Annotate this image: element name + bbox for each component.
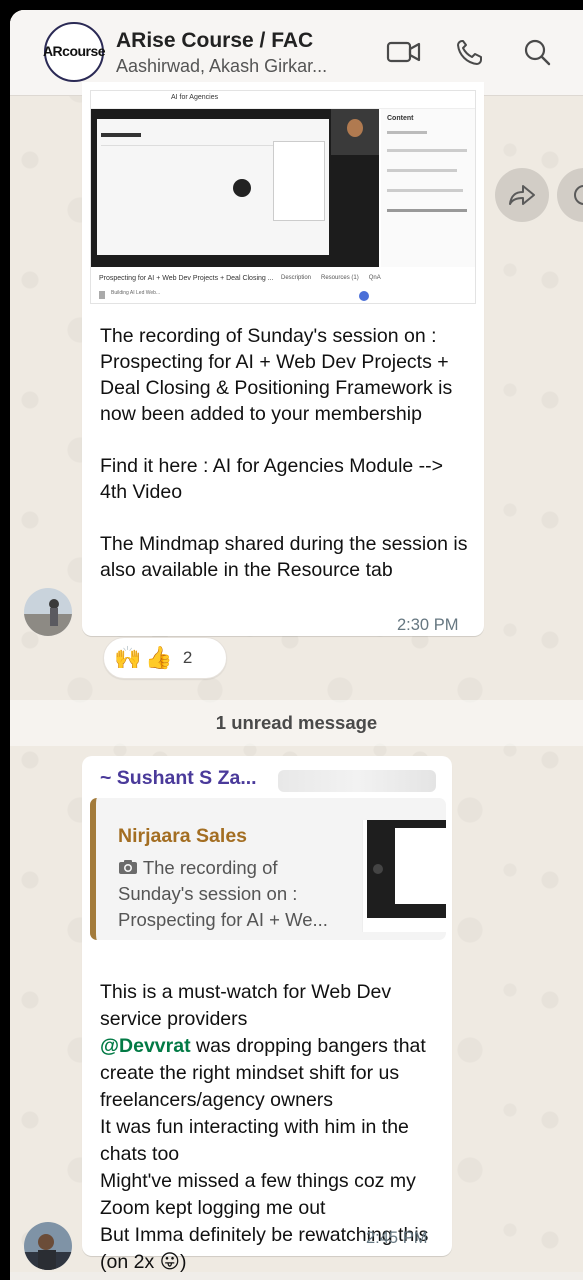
group-logo-text: ARcourse bbox=[42, 43, 106, 59]
file-icon bbox=[99, 291, 105, 299]
message-text: The recording of Sunday's session on : P… bbox=[100, 325, 468, 581]
phone-icon[interactable] bbox=[454, 38, 490, 66]
screen-share bbox=[97, 119, 329, 255]
tab-description: Description bbox=[281, 275, 312, 281]
message-time: 2:30 PM bbox=[397, 616, 459, 634]
search-icon[interactable] bbox=[520, 38, 556, 66]
content-line bbox=[387, 189, 463, 192]
content-panel-title: Content bbox=[387, 115, 414, 122]
thumbnail-menu bbox=[395, 828, 446, 904]
thumbnail-video bbox=[367, 820, 446, 918]
reply-text-part1: This is a must-watch for Web Dev service… bbox=[100, 981, 392, 1030]
sender-phone-redacted bbox=[278, 770, 436, 792]
content-line bbox=[387, 149, 467, 152]
emoji-icon bbox=[574, 185, 583, 205]
chat-window: ARcourse ARise Course / FAC Aashirwad, A… bbox=[10, 10, 583, 1280]
forward-icon bbox=[509, 185, 535, 205]
composer-edge bbox=[10, 1272, 583, 1280]
quoted-author: Nirjaara Sales bbox=[118, 825, 248, 847]
content-line-active bbox=[387, 209, 467, 212]
video-camera-icon[interactable] bbox=[386, 38, 422, 66]
reply-message-time: 2:45 PM bbox=[366, 1229, 428, 1247]
resource-file-name: Building AI Led Web... bbox=[111, 290, 161, 296]
content-line bbox=[387, 169, 457, 172]
video-player[interactable] bbox=[91, 109, 379, 267]
content-line bbox=[387, 131, 427, 134]
play-icon[interactable] bbox=[233, 179, 251, 197]
video-caption: Prospecting for AI + Web Dev Projects + … bbox=[99, 275, 274, 282]
reply-message-text: This is a must-watch for Web Dev service… bbox=[100, 952, 445, 1276]
chat-title: ARise Course / FAC bbox=[116, 29, 314, 52]
sender-avatar-sushant[interactable] bbox=[24, 1222, 72, 1270]
presenter-face bbox=[347, 119, 363, 137]
avatar-photo bbox=[24, 588, 72, 636]
tab-resources: Resources (1) bbox=[321, 275, 359, 281]
unread-label: 1 unread message bbox=[215, 712, 378, 733]
reaction-emoji: 👍 bbox=[145, 645, 173, 670]
reaction-emoji: 🙌 bbox=[114, 645, 142, 670]
content-panel: Content bbox=[381, 109, 475, 267]
media-top-bar: AI for Agencies bbox=[91, 91, 475, 109]
mention-link[interactable]: @Devvrat bbox=[100, 1035, 191, 1057]
quoted-text: The recording of Sunday's session on : P… bbox=[118, 855, 358, 933]
doc-heading-line bbox=[101, 133, 141, 137]
sender-avatar[interactable] bbox=[24, 588, 72, 636]
reaction-count: 2 bbox=[182, 648, 193, 667]
thumbnail-play-icon bbox=[373, 864, 383, 874]
video-tabs: Description Resources (1) QnA bbox=[281, 275, 381, 281]
group-logo: ARcourse bbox=[42, 43, 106, 59]
resource-file: Building AI Led Web... bbox=[99, 289, 299, 303]
group-avatar[interactable]: ARcourse bbox=[42, 22, 106, 82]
tab-qna: QnA bbox=[368, 275, 381, 281]
video-preview[interactable]: AI for Agencies Content Prospecting for … bbox=[90, 90, 476, 304]
chat-participants[interactable]: Aashirwad, Akash Girkar... bbox=[116, 56, 327, 77]
sender-name[interactable]: ~ Sushant S Za... bbox=[100, 767, 257, 790]
quoted-thumbnail bbox=[362, 820, 446, 932]
presenter-video bbox=[331, 109, 379, 155]
dropdown-menu bbox=[273, 141, 325, 221]
quoted-message[interactable]: Nirjaara Sales The recording of Sunday's… bbox=[90, 798, 446, 940]
message-bubble-announcement[interactable]: AI for Agencies Content Prospecting for … bbox=[82, 82, 484, 636]
media-header-text: AI for Agencies bbox=[171, 94, 219, 101]
info-dot-icon bbox=[359, 291, 369, 301]
unread-divider: 1 unread message bbox=[10, 700, 583, 746]
quoted-text-content: The recording of Sunday's session on : P… bbox=[118, 857, 328, 930]
reactions-pill[interactable]: 🙌 👍 2 bbox=[103, 637, 227, 679]
avatar-photo bbox=[24, 1222, 72, 1270]
camera-icon bbox=[119, 860, 137, 874]
forward-button[interactable] bbox=[495, 168, 549, 222]
